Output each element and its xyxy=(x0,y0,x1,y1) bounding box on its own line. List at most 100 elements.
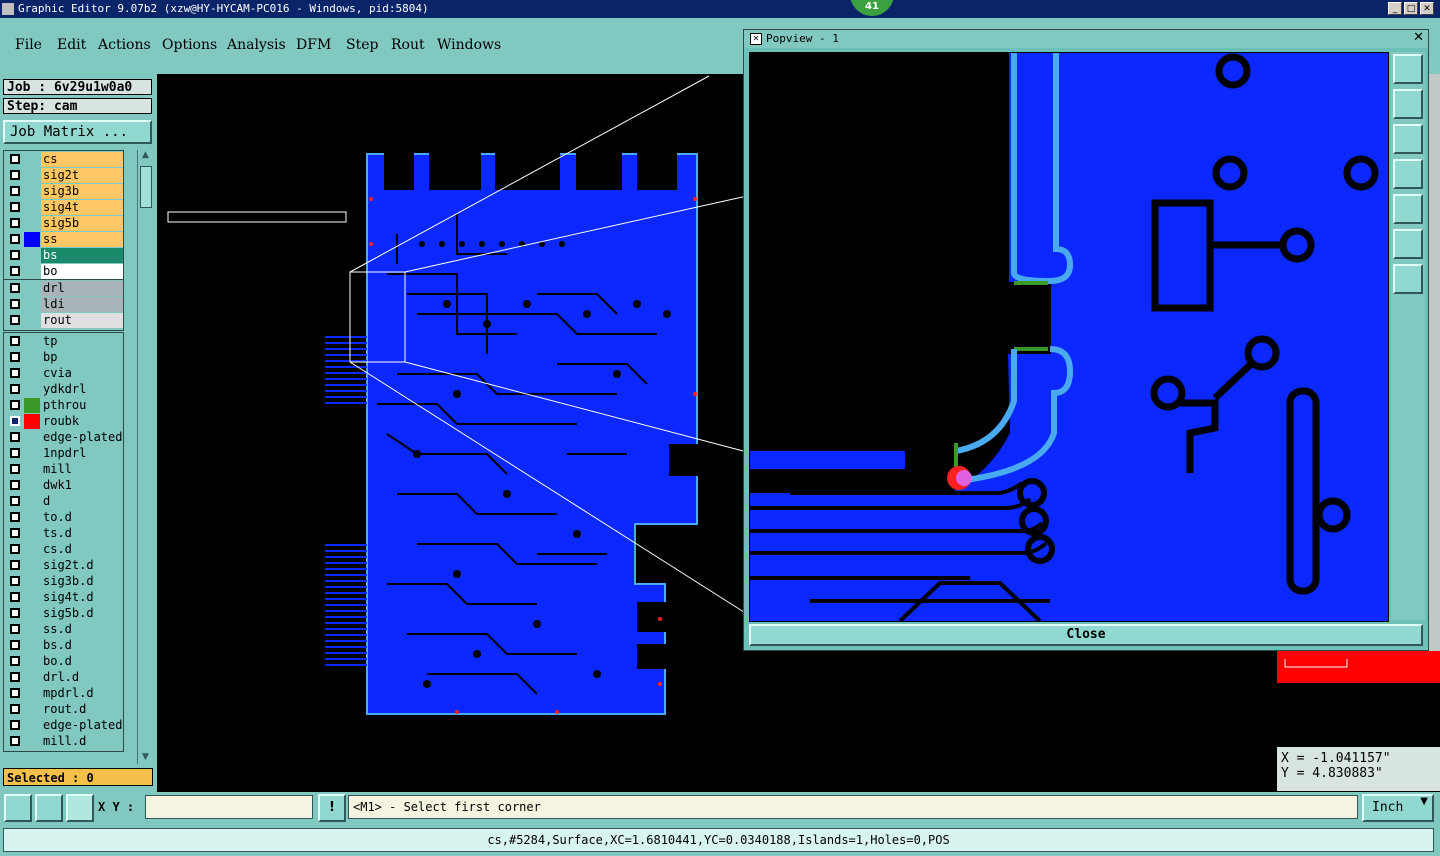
layer-checkbox[interactable] xyxy=(10,560,20,570)
layer-name[interactable]: sig2t.d xyxy=(41,558,123,573)
pan-right-icon[interactable] xyxy=(1393,194,1423,224)
alert-icon[interactable]: ! xyxy=(318,794,346,822)
layer-checkbox[interactable] xyxy=(10,592,20,602)
menu-actions[interactable]: Actions xyxy=(98,37,151,53)
layer-name[interactable]: mill.d xyxy=(41,734,123,749)
layer-row[interactable]: drl.d xyxy=(4,670,125,686)
layer-name[interactable]: sig3b xyxy=(41,184,123,199)
layer-row[interactable]: sig3b xyxy=(4,184,125,200)
layer-color-swatch[interactable] xyxy=(24,232,40,247)
layer-row[interactable]: drl xyxy=(4,281,125,297)
layer-row[interactable]: sig3b.d xyxy=(4,574,125,590)
layer-row[interactable]: cs.d xyxy=(4,542,125,558)
layer-name[interactable]: edge-plated xyxy=(41,430,123,445)
layer-row[interactable]: ss xyxy=(4,232,125,248)
layer-row[interactable]: sig4t xyxy=(4,200,125,216)
layer-row[interactable]: ts.d xyxy=(4,526,125,542)
layer-name[interactable]: dwk1 xyxy=(41,478,123,493)
popview-menu-icon[interactable]: ✕ xyxy=(750,33,762,45)
layer-name[interactable]: ts.d xyxy=(41,526,123,541)
layer-row[interactable]: ydkdrl xyxy=(4,382,125,398)
layer-name[interactable]: d xyxy=(41,494,123,509)
popview-close-button[interactable]: Close xyxy=(749,624,1423,646)
menu-edit[interactable]: Edit xyxy=(57,37,86,53)
layer-checkbox[interactable] xyxy=(10,576,20,586)
layer-name[interactable]: cs xyxy=(41,152,123,167)
layer-checkbox[interactable] xyxy=(10,250,20,260)
layer-checkbox[interactable] xyxy=(10,202,20,212)
layer-name[interactable]: bo.d xyxy=(41,654,123,669)
close-window-button[interactable]: ✕ xyxy=(1420,2,1434,15)
layer-checkbox[interactable] xyxy=(10,170,20,180)
layer-name[interactable]: sig2t xyxy=(41,168,123,183)
layer-row[interactable]: bo.d xyxy=(4,654,125,670)
layer-name[interactable]: rout.d xyxy=(41,702,123,717)
layer-checkbox[interactable] xyxy=(10,416,20,426)
layer-row[interactable]: sig5b.d xyxy=(4,606,125,622)
popview-zoom-view[interactable] xyxy=(750,53,1388,621)
layer-name[interactable]: sig5b.d xyxy=(41,606,123,621)
layer-row[interactable]: cvia xyxy=(4,366,125,382)
layer-color-swatch[interactable] xyxy=(24,414,40,429)
zoom-home-icon[interactable] xyxy=(1393,54,1423,84)
layer-checkbox[interactable] xyxy=(10,720,20,730)
popview-close-icon[interactable]: ✕ xyxy=(1413,30,1424,45)
menu-options[interactable]: Options xyxy=(162,37,217,53)
popview-canvas[interactable] xyxy=(749,52,1389,622)
layer-checkbox[interactable] xyxy=(10,528,20,538)
layer-row[interactable]: sig5b xyxy=(4,216,125,232)
layer-checkbox[interactable] xyxy=(10,400,20,410)
layer-name[interactable]: sig3b.d xyxy=(41,574,123,589)
menu-analysis[interactable]: Analysis xyxy=(227,37,286,53)
layer-name[interactable]: sig5b xyxy=(41,216,123,231)
grid-icon[interactable] xyxy=(66,794,94,822)
layer-name[interactable]: 1npdrl xyxy=(41,446,123,461)
layer-name[interactable]: edge-plated xyxy=(41,718,123,733)
maximize-button[interactable]: □ xyxy=(1404,2,1418,15)
layer-checkbox[interactable] xyxy=(10,352,20,362)
layer-checkbox[interactable] xyxy=(10,432,20,442)
layer-checkbox[interactable] xyxy=(10,315,20,325)
layer-checkbox[interactable] xyxy=(10,512,20,522)
layer-checkbox[interactable] xyxy=(10,608,20,618)
layer-row[interactable]: edge-plated xyxy=(4,430,125,446)
layer-row[interactable]: 1npdrl xyxy=(4,446,125,462)
layer-row[interactable]: to.d xyxy=(4,510,125,526)
layer-name[interactable]: bp xyxy=(41,350,123,365)
layer-name[interactable]: sig4t.d xyxy=(41,590,123,605)
layer-checkbox[interactable] xyxy=(10,218,20,228)
pan-up-icon[interactable] xyxy=(1393,89,1423,119)
layer-checkbox[interactable] xyxy=(10,496,20,506)
layer-name[interactable]: bo xyxy=(41,264,123,279)
layer-checkbox[interactable] xyxy=(10,336,20,346)
layer-row[interactable]: sig4t.d xyxy=(4,590,125,606)
layer-name[interactable]: ldi xyxy=(41,297,123,312)
layer-row[interactable]: tp xyxy=(4,334,125,350)
menu-file[interactable]: File xyxy=(15,37,42,53)
scroll-down-icon[interactable]: ▼ xyxy=(138,752,153,764)
layer-name[interactable]: ss.d xyxy=(41,622,123,637)
layer-row[interactable]: bs.d xyxy=(4,638,125,654)
layer-checkbox[interactable] xyxy=(10,299,20,309)
layer-checkbox[interactable] xyxy=(10,704,20,714)
layer-name[interactable]: drl xyxy=(41,281,123,296)
menu-dfm[interactable]: DFM xyxy=(296,37,331,53)
scroll-thumb[interactable] xyxy=(140,166,152,208)
layer-color-swatch[interactable] xyxy=(24,398,40,413)
layer-checkbox[interactable] xyxy=(10,544,20,554)
layer-name[interactable]: sig4t xyxy=(41,200,123,215)
layer-row[interactable]: bo xyxy=(4,264,125,280)
layer-name[interactable]: cs.d xyxy=(41,542,123,557)
layer-row[interactable]: bp xyxy=(4,350,125,366)
layer-row[interactable]: cs xyxy=(4,152,125,168)
layer-checkbox[interactable] xyxy=(10,283,20,293)
layer-checkbox[interactable] xyxy=(10,464,20,474)
layer-scrollbar[interactable]: ▲ ▼ xyxy=(137,150,153,764)
layer-name[interactable]: ydkdrl xyxy=(41,382,123,397)
layer-checkbox[interactable] xyxy=(10,234,20,244)
layer-name[interactable]: to.d xyxy=(41,510,123,525)
layer-checkbox[interactable] xyxy=(10,266,20,276)
layer-row[interactable]: ss.d xyxy=(4,622,125,638)
layer-row[interactable]: mill xyxy=(4,462,125,478)
layer-row[interactable]: sig2t xyxy=(4,168,125,184)
